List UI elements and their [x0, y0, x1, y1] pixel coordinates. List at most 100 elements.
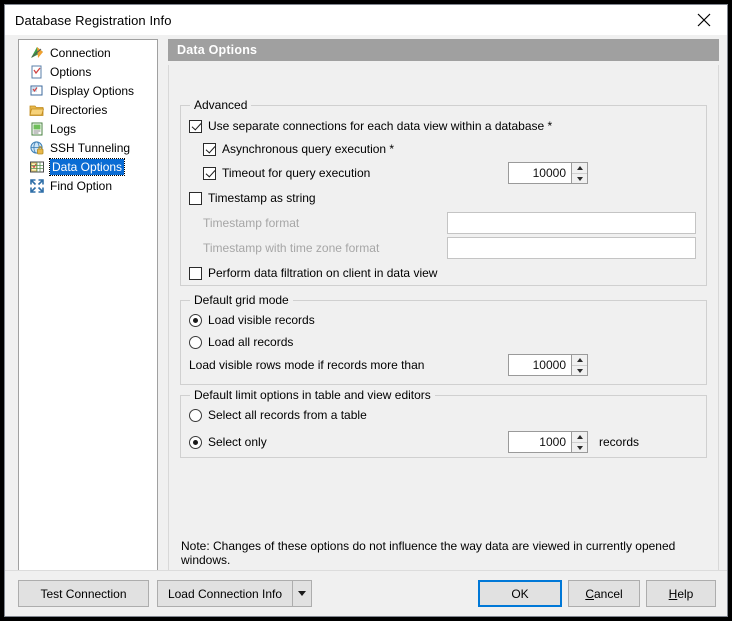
grid-threshold-value[interactable]: 10000 — [509, 355, 571, 375]
settings-tree[interactable]: Connection Options Display Options Direc… — [18, 39, 158, 574]
checkbox-label: Timeout for query execution — [222, 166, 371, 180]
radio-circle — [189, 313, 202, 327]
checkbox-box — [203, 142, 216, 156]
close-icon — [697, 13, 711, 27]
spinner-buttons[interactable] — [571, 432, 587, 452]
load-all-records-radio[interactable]: Load all records — [189, 335, 293, 349]
sidebar-item-options[interactable]: Options — [19, 62, 157, 81]
load-connection-info-button[interactable]: Load Connection Info — [157, 580, 292, 607]
sidebar-item-label: Directories — [50, 102, 108, 117]
sidebar-item-find-option[interactable]: Find Option — [19, 176, 157, 195]
cancel-button[interactable]: Cancel — [568, 580, 640, 607]
limit-options-group: Default limit options in table and view … — [180, 388, 707, 458]
checkbox-label: Use separate connections for each data v… — [208, 119, 553, 133]
timeout-value[interactable]: 10000 — [509, 163, 571, 183]
select-only-radio[interactable]: Select only — [189, 435, 267, 449]
title-bar: Database Registration Info — [5, 5, 727, 35]
checkbox-label: Perform data filtration on client in dat… — [208, 266, 438, 280]
sidebar-item-logs[interactable]: Logs — [19, 119, 157, 138]
pane-title: Data Options — [168, 39, 719, 61]
help-button[interactable]: Help — [646, 580, 716, 607]
sidebar-item-label: Connection — [50, 45, 111, 60]
select-all-records-radio[interactable]: Select all records from a table — [189, 408, 367, 422]
load-visible-records-radio[interactable]: Load visible records — [189, 313, 315, 327]
timestamp-format-input[interactable] — [447, 212, 696, 234]
sidebar-item-label: SSH Tunneling — [50, 140, 131, 155]
async-query-execution-checkbox[interactable]: Asynchronous query execution * — [203, 142, 394, 156]
data-options-icon — [30, 161, 44, 172]
spinner-up-icon[interactable] — [572, 432, 587, 442]
spinner-buttons[interactable] — [571, 163, 587, 183]
sidebar-item-label: Data Options — [48, 157, 126, 176]
ok-button[interactable]: OK — [478, 580, 562, 607]
limit-options-group-title: Default limit options in table and view … — [190, 388, 435, 402]
sidebar-item-data-options[interactable]: Data Options — [19, 157, 157, 176]
radio-circle — [189, 335, 202, 349]
select-only-spinner[interactable]: 1000 — [508, 431, 588, 453]
dialog-window: Database Registration Info Connection Op… — [4, 4, 728, 617]
select-only-value[interactable]: 1000 — [509, 432, 571, 452]
radio-circle — [189, 435, 202, 449]
help-label-first-letter: H — [668, 586, 678, 601]
timestamp-tz-format-label-row: Timestamp with time zone format — [203, 241, 379, 255]
radio-circle — [189, 408, 202, 422]
grid-threshold-label: Load visible rows mode if records more t… — [189, 358, 425, 372]
dialog-body: Connection Options Display Options Direc… — [5, 35, 727, 616]
options-icon — [31, 65, 42, 78]
radio-label: Load all records — [208, 335, 294, 349]
display-options-icon — [30, 85, 43, 95]
spinner-buttons[interactable] — [571, 355, 587, 375]
spinner-down-icon[interactable] — [572, 365, 587, 375]
sidebar-item-display-options[interactable]: Display Options — [19, 81, 157, 100]
timeout-spinner[interactable]: 10000 — [508, 162, 588, 184]
logs-icon — [31, 122, 43, 135]
grid-threshold-spinner[interactable]: 10000 — [508, 354, 588, 376]
connection-icon — [31, 46, 43, 58]
checkbox-box — [189, 191, 202, 205]
help-label-rest: elp — [677, 586, 694, 601]
radio-label: Select all records from a table — [208, 408, 367, 422]
cancel-label-first-letter: C — [585, 586, 594, 601]
checkbox-box — [203, 166, 216, 180]
dialog-footer: Test Connection Load Connection Info OK … — [5, 570, 727, 616]
load-connection-info-split-button[interactable]: Load Connection Info — [157, 580, 312, 607]
settings-pane: Data Options Advanced Use separate conne… — [168, 39, 719, 574]
timeout-query-execution-checkbox[interactable]: Timeout for query execution — [203, 166, 370, 180]
spinner-down-icon[interactable] — [572, 442, 587, 452]
cancel-label-rest: ancel — [593, 586, 623, 601]
window-title: Database Registration Info — [15, 12, 172, 28]
directories-icon — [29, 105, 45, 116]
sidebar-item-label: Display Options — [50, 83, 135, 98]
perform-data-filtration-checkbox[interactable]: Perform data filtration on client in dat… — [189, 266, 437, 280]
grid-mode-group: Default grid mode Load visible records L… — [180, 293, 707, 385]
test-connection-button[interactable]: Test Connection — [18, 580, 149, 607]
spinner-up-icon[interactable] — [572, 163, 587, 173]
spinner-down-icon[interactable] — [572, 173, 587, 183]
find-option-icon — [30, 178, 44, 193]
sidebar-item-ssh-tunneling[interactable]: SSH Tunneling — [19, 138, 157, 157]
advanced-group: Advanced Use separate connections for ea… — [180, 98, 707, 286]
sidebar-item-connection[interactable]: Connection — [19, 43, 157, 62]
spinner-up-icon[interactable] — [572, 355, 587, 365]
checkbox-box — [189, 119, 202, 133]
radio-label: Load visible records — [208, 313, 315, 327]
records-suffix-label: records — [599, 435, 640, 449]
timestamp-as-string-checkbox[interactable]: Timestamp as string — [189, 191, 316, 205]
use-separate-connections-checkbox[interactable]: Use separate connections for each data v… — [189, 119, 552, 133]
advanced-group-title: Advanced — [190, 98, 252, 112]
sidebar-item-label: Options — [50, 64, 92, 79]
timestamp-tz-format-input[interactable] — [447, 237, 696, 259]
checkbox-box — [189, 266, 202, 280]
sidebar-item-directories[interactable]: Directories — [19, 100, 157, 119]
pane-content: Advanced Use separate connections for ea… — [168, 65, 719, 574]
timestamp-tz-format-label: Timestamp with time zone format — [203, 241, 380, 255]
sidebar-item-label: Logs — [50, 121, 77, 136]
checkbox-label: Asynchronous query execution * — [222, 142, 395, 156]
timestamp-format-label: Timestamp format — [203, 216, 300, 230]
chevron-down-icon[interactable] — [292, 580, 312, 607]
grid-threshold-label-row: Load visible rows mode if records more t… — [189, 358, 424, 372]
records-suffix-row: records — [599, 435, 639, 449]
grid-mode-group-title: Default grid mode — [190, 293, 293, 307]
sidebar-item-label: Find Option — [50, 178, 113, 193]
close-button[interactable] — [681, 5, 727, 35]
